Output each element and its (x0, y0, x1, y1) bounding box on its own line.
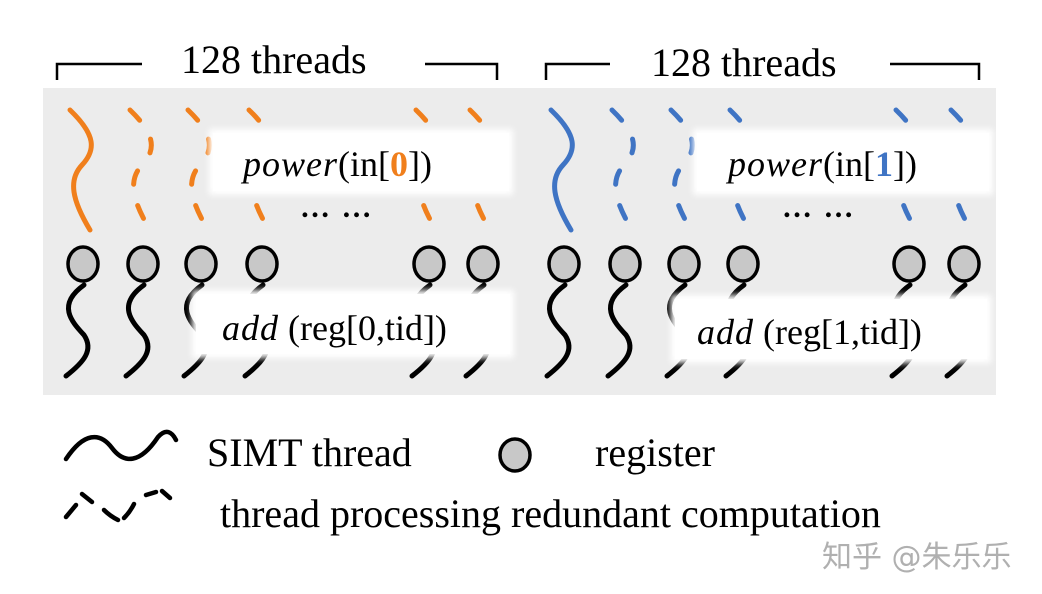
redundant-thread-icon (63, 488, 173, 523)
simt-thread-icon (63, 429, 179, 462)
legend-redundant-thread: thread processing redundant computation (220, 491, 881, 536)
register-icon (498, 437, 532, 473)
watermark: 知乎 @朱乐乐 (822, 540, 1012, 575)
legend-simt-thread: SIMT thread (207, 430, 412, 475)
legend-register: register (595, 430, 715, 475)
